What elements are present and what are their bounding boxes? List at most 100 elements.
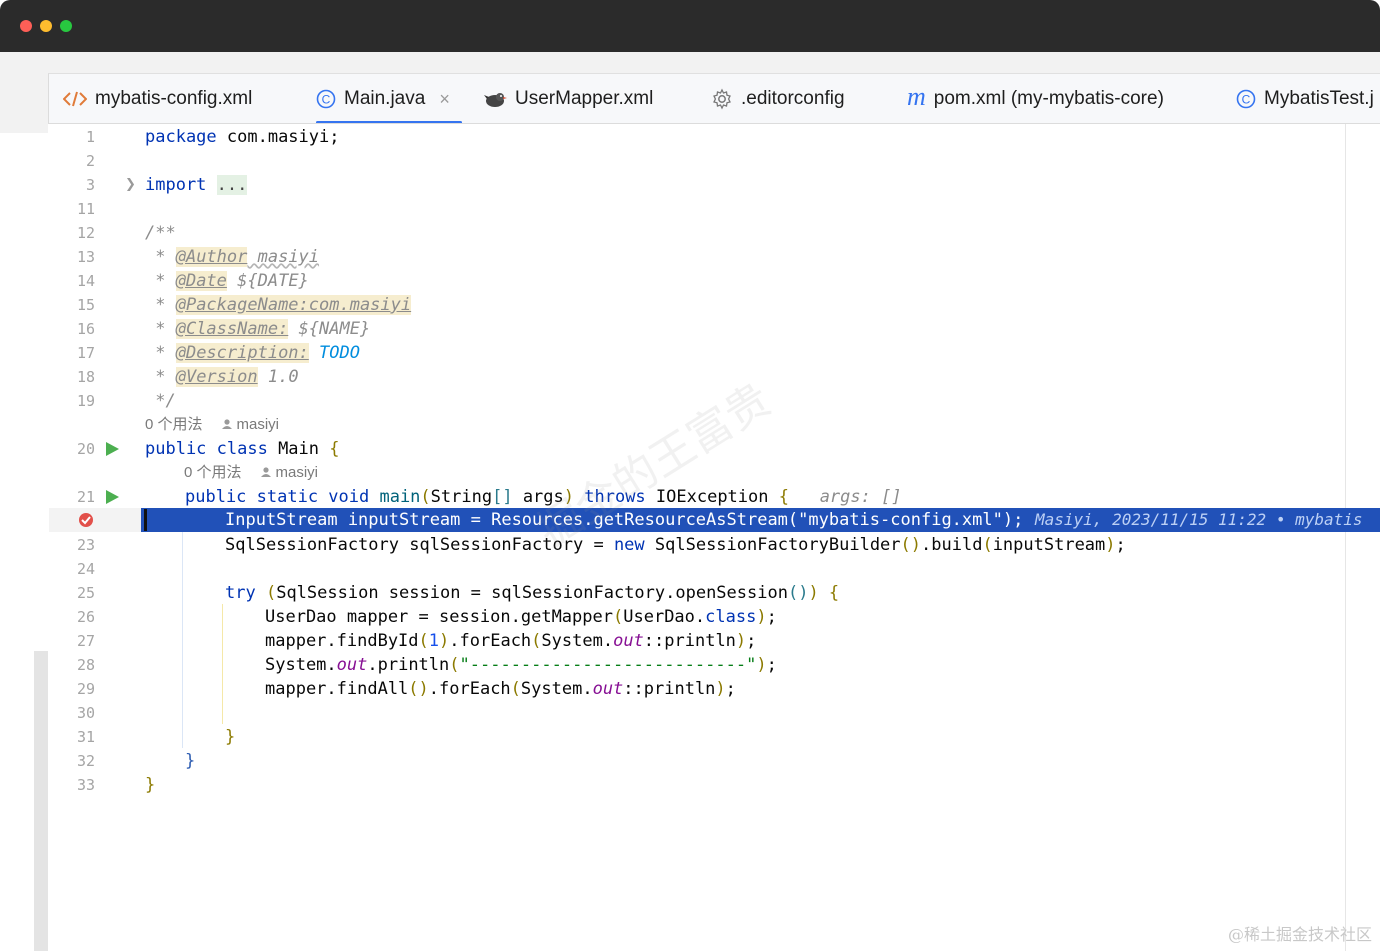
javadoc-tag: @PackageName:com.masiyi [175, 295, 412, 315]
paren: ( [510, 679, 521, 699]
line-number[interactable]: 2 [49, 149, 95, 173]
tab-main-java[interactable]: C Main.java × [316, 74, 462, 123]
usages-hint[interactable]: 0 个用法 masiyi [184, 461, 318, 485]
usages-count[interactable]: 0 个用法 [145, 416, 203, 433]
tab-editorconfig[interactable]: .editorconfig [711, 74, 845, 123]
code-text: ; [725, 679, 736, 699]
line-number[interactable]: 12 [49, 221, 95, 245]
author-name[interactable]: masiyi [276, 464, 319, 481]
keyword: package [145, 127, 217, 147]
comment-star: * [145, 295, 176, 315]
todo-marker: TODO [308, 343, 360, 363]
folded-imports[interactable]: ... [216, 175, 248, 195]
code-text: System. [520, 679, 593, 699]
class-name: Main [267, 439, 330, 459]
editor-tab-bar: mybatis-config.xml C Main.java × UserMap… [48, 73, 1380, 124]
xml-icon [63, 90, 87, 108]
line-number[interactable]: 18 [49, 365, 95, 389]
line-number[interactable]: 33 [49, 773, 95, 797]
person-icon [260, 467, 271, 477]
usages-count[interactable]: 0 个用法 [184, 464, 242, 481]
line-number[interactable]: 1 [49, 125, 95, 149]
comment-star: * [145, 271, 176, 291]
code-text: .println [367, 655, 450, 675]
javadoc-tag: @Version [175, 367, 258, 387]
right-margin-guide [1345, 124, 1346, 951]
line-number[interactable]: 13 [49, 245, 95, 269]
expand-fold-icon[interactable]: ❯ [125, 173, 136, 197]
mybatis-bird-icon [483, 89, 507, 109]
code-line-33: } [145, 775, 156, 795]
line-number[interactable]: 20 [49, 437, 95, 461]
left-strip-header [0, 73, 48, 133]
minimize-window-button[interactable] [40, 20, 52, 32]
git-blame-annotation[interactable]: Masiyi, 2023/11/15 11:22 • mybatis [1035, 508, 1363, 532]
left-scrollbar[interactable] [34, 651, 48, 951]
keyword: public static void [185, 487, 370, 507]
static-field: out [336, 655, 368, 675]
maximize-window-button[interactable] [60, 20, 72, 32]
code-text: mapper.findAll [265, 679, 409, 699]
code-text: com.masiyi; [216, 127, 340, 147]
line-number[interactable]: 15 [49, 293, 95, 317]
author-name[interactable]: masiyi [237, 416, 280, 433]
code-line-19: */ [145, 391, 176, 411]
line-number[interactable]: 11 [49, 197, 95, 221]
code-text: mapper.findById [265, 631, 419, 651]
line-number[interactable]: 16 [49, 317, 95, 341]
code-text: System. [541, 631, 614, 651]
code-line-20: public class Main { [145, 437, 340, 461]
code-text: ::println [623, 679, 716, 699]
brackets: [] [492, 487, 513, 507]
run-class-icon[interactable] [106, 442, 119, 456]
text-caret [144, 509, 147, 531]
brace: { [329, 439, 340, 459]
class-icon: C [1236, 89, 1256, 109]
line-number[interactable]: 23 [49, 533, 95, 557]
number-literal: 1 [428, 631, 440, 651]
line-number[interactable]: 3 [49, 173, 95, 197]
current-line-gutter [49, 508, 141, 532]
code-line-3: import ... [145, 173, 248, 197]
close-tab-icon[interactable]: × [439, 89, 450, 110]
code-text: .forEach [428, 679, 511, 699]
line-number[interactable]: 26 [49, 605, 95, 629]
tab-label: pom.xml (my-mybatis-core) [933, 88, 1164, 109]
line-number[interactable]: 17 [49, 341, 95, 365]
line-number[interactable]: 21 [49, 485, 95, 509]
usages-hint[interactable]: 0 个用法 masiyi [145, 413, 279, 437]
paren: ) [756, 655, 767, 675]
run-main-icon[interactable] [106, 490, 119, 504]
code-line-29: mapper.findAll().forEach(System.out::pri… [265, 677, 736, 701]
line-number[interactable]: 29 [49, 677, 95, 701]
tab-mybatis-config[interactable]: mybatis-config.xml [63, 74, 253, 123]
javadoc-value: masiyi [247, 247, 320, 267]
code-text: System. [265, 655, 337, 675]
line-number[interactable]: 25 [49, 581, 95, 605]
tab-pom-xml[interactable]: m pom.xml (my-mybatis-core) [907, 74, 1164, 123]
person-icon [221, 419, 232, 429]
line-number[interactable]: 14 [49, 269, 95, 293]
line-number[interactable]: 31 [49, 725, 95, 749]
line-number[interactable]: 30 [49, 701, 95, 725]
paren: ) [756, 607, 767, 627]
close-window-button[interactable] [20, 20, 32, 32]
breakpoint-icon[interactable] [78, 512, 94, 528]
code-text: ; [1115, 535, 1126, 555]
tab-label: UserMapper.xml [515, 88, 654, 109]
code-text: .forEach [449, 631, 532, 651]
code-text: inputStream [992, 535, 1106, 555]
javadoc-value: 1.0 [257, 367, 299, 387]
line-number[interactable]: 19 [49, 389, 95, 413]
tab-usermapper-xml[interactable]: UserMapper.xml [483, 74, 654, 123]
tab-label: mybatis-config.xml [95, 88, 253, 109]
tab-mybatistest[interactable]: C MybatisTest.j [1236, 74, 1374, 123]
line-number[interactable]: 32 [49, 749, 95, 773]
current-line-selection[interactable]: InputStream inputStream = Resources.getR… [141, 508, 1380, 532]
svg-text:C: C [322, 93, 331, 107]
line-number[interactable]: 27 [49, 629, 95, 653]
line-number[interactable]: 28 [49, 653, 95, 677]
code-line-26: UserDao mapper = session.getMapper(UserD… [265, 605, 777, 629]
line-number[interactable]: 24 [49, 557, 95, 581]
comment-star: * [145, 247, 176, 267]
